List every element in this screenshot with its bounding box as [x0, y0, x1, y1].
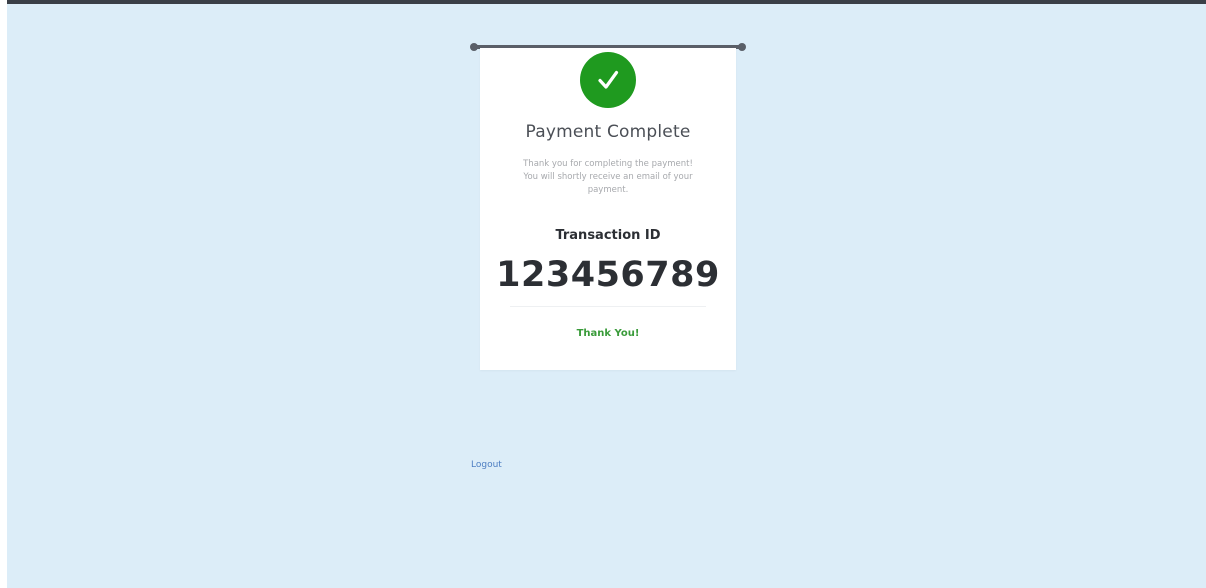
page-background: Payment Complete Thank you for completin… — [7, 0, 1206, 588]
confirmation-message: Thank you for completing the payment! Yo… — [523, 159, 693, 195]
rod-end-left — [470, 43, 478, 51]
transaction-id: 123456789 — [496, 255, 720, 295]
check-mark-glyph — [598, 70, 619, 89]
top-edge — [7, 0, 1206, 4]
thank-you-text: Thank You! — [576, 328, 640, 339]
rod-end-right — [738, 43, 746, 51]
logout-link[interactable]: Logout — [471, 460, 502, 470]
transaction-label: Transaction ID — [555, 228, 661, 243]
page-title: Payment Complete — [525, 122, 691, 142]
check-icon — [580, 52, 636, 108]
divider — [510, 306, 706, 307]
payment-receipt-card: Payment Complete Thank you for completin… — [480, 48, 736, 370]
